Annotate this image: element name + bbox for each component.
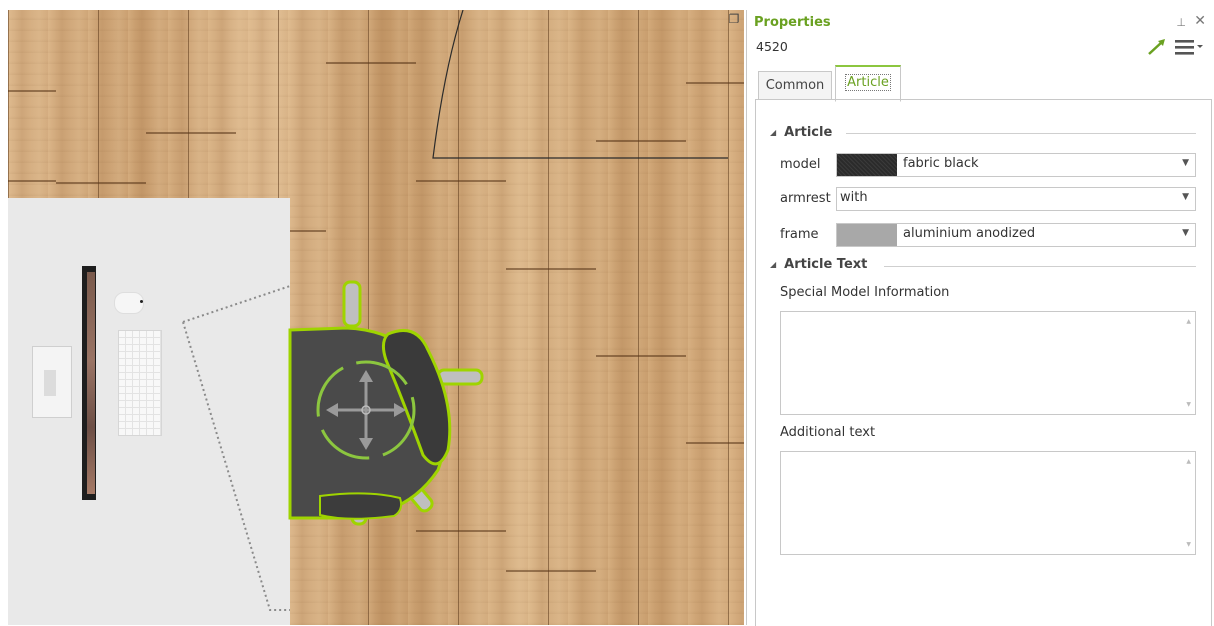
chevron-down-icon[interactable]: ▼ [1182, 228, 1189, 238]
section-title: Article Text [784, 257, 868, 272]
additional-text-label: Additional text [780, 425, 876, 440]
frame-label: frame [780, 227, 819, 242]
scroll-up-icon[interactable]: ▲ [1186, 458, 1191, 465]
chevron-down-icon[interactable]: ▼ [1182, 192, 1189, 202]
panel-splitter[interactable] [746, 10, 747, 625]
restore-window-icon[interactable]: ❐ [727, 13, 741, 26]
frame-value: aluminium anodized [903, 226, 1036, 241]
magic-wand-icon[interactable] [1146, 38, 1168, 56]
frame-dropdown[interactable]: aluminium anodized ▼ [836, 223, 1196, 247]
tab-article-label: Article [845, 74, 891, 91]
clearance-outline [182, 285, 291, 611]
office-chair[interactable] [288, 280, 484, 526]
scene-viewport[interactable]: ❐ [8, 10, 744, 625]
armrest-value: with [840, 190, 868, 205]
article-tab-content: ◢ Article model fabric black ▼ armrest wi… [755, 99, 1212, 626]
special-model-info-label: Special Model Information [780, 285, 950, 300]
section-header-article[interactable]: ◢ Article [770, 125, 832, 140]
model-color-swatch [837, 154, 897, 176]
scroll-down-icon[interactable]: ▼ [1186, 401, 1191, 408]
collapse-triangle-icon[interactable]: ◢ [770, 128, 776, 137]
panel-title: Properties [754, 15, 831, 30]
scene-overlay [182, 10, 728, 611]
model-label: model [780, 157, 821, 172]
model-value: fabric black [903, 156, 979, 171]
chair-leg [436, 368, 484, 386]
armrest-dropdown[interactable]: with ▼ [836, 187, 1196, 211]
scroll-up-icon[interactable]: ▲ [1186, 318, 1191, 325]
chevron-down-icon[interactable]: ▼ [1182, 158, 1189, 168]
tab-common[interactable]: Common [758, 71, 832, 100]
section-divider [884, 266, 1196, 267]
chair-armrest [319, 492, 403, 520]
close-icon[interactable]: ✕ [1194, 13, 1206, 29]
hamburger-menu-icon[interactable] [1174, 38, 1204, 56]
armrest-label: armrest [780, 191, 831, 206]
collapse-triangle-icon[interactable]: ◢ [770, 260, 776, 269]
frame-color-swatch [837, 224, 897, 246]
special-model-info-textarea[interactable]: ▲ ▼ [780, 311, 1196, 415]
object-id: 4520 [756, 39, 788, 54]
properties-panel: Properties ⊥ ✕ 4520 Common Article ◢ Arti… [750, 10, 1214, 626]
additional-text-textarea[interactable]: ▲ ▼ [780, 451, 1196, 555]
tab-article[interactable]: Article [835, 65, 901, 102]
section-header-article-text[interactable]: ◢ Article Text [770, 257, 867, 272]
wall-outline [432, 10, 728, 159]
section-title: Article [784, 125, 833, 140]
pin-icon[interactable]: ⊥ [1176, 16, 1186, 29]
scroll-down-icon[interactable]: ▼ [1186, 541, 1191, 548]
chair-leg [342, 280, 362, 328]
model-dropdown[interactable]: fabric black ▼ [836, 153, 1196, 177]
section-divider [846, 133, 1196, 134]
